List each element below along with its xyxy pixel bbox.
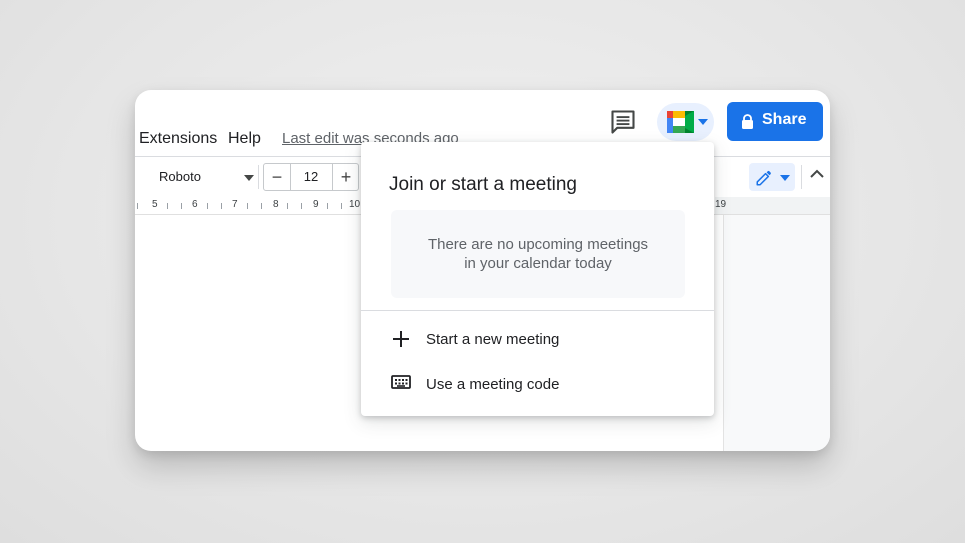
ruler-number: 7 bbox=[232, 199, 238, 210]
use-meeting-code-item[interactable]: Use a meeting code bbox=[361, 363, 714, 407]
side-panel bbox=[723, 215, 830, 451]
keyboard-icon bbox=[391, 375, 411, 389]
no-meetings-box: There are no upcoming meetings in your c… bbox=[391, 210, 685, 298]
caret-down-icon bbox=[780, 175, 790, 181]
meet-popup: Join or start a meeting There are no upc… bbox=[361, 142, 714, 416]
increase-font-size-button[interactable]: + bbox=[332, 164, 359, 190]
font-size-stepper[interactable]: − 12 + bbox=[263, 163, 359, 191]
pencil-icon bbox=[756, 170, 771, 186]
font-family-value: Roboto bbox=[159, 169, 201, 184]
decrease-font-size-button[interactable]: − bbox=[264, 164, 291, 190]
start-new-meeting-item[interactable]: Start a new meeting bbox=[361, 318, 714, 362]
font-size-input[interactable]: 12 bbox=[291, 164, 331, 190]
ruler-number: 10 bbox=[349, 199, 361, 210]
ruler-number: 8 bbox=[273, 199, 279, 210]
ruler-number: 6 bbox=[192, 199, 198, 210]
meet-button[interactable] bbox=[657, 103, 714, 141]
caret-down-icon bbox=[698, 119, 708, 125]
no-meetings-text-line1: There are no upcoming meetings bbox=[427, 236, 649, 253]
toolbar-separator bbox=[258, 165, 259, 189]
share-label: Share bbox=[762, 111, 807, 128]
comment-history-button[interactable] bbox=[609, 108, 637, 136]
popup-title: Join or start a meeting bbox=[389, 174, 577, 195]
caret-down-icon bbox=[244, 175, 254, 181]
ruler-number: 5 bbox=[152, 199, 158, 210]
ruler-number: 19 bbox=[715, 199, 727, 210]
comment-icon bbox=[611, 110, 635, 134]
plus-icon bbox=[393, 331, 409, 347]
ruler-number: 9 bbox=[313, 199, 319, 210]
menu-extensions[interactable]: Extensions bbox=[139, 130, 217, 148]
font-family-select[interactable]: Roboto bbox=[145, 163, 257, 191]
start-new-meeting-label: Start a new meeting bbox=[426, 331, 560, 348]
chevron-up-icon[interactable] bbox=[810, 169, 824, 178]
share-button[interactable]: Share bbox=[727, 102, 823, 141]
ruler-margin-area bbox=[715, 197, 830, 215]
popup-divider bbox=[361, 310, 714, 311]
editing-mode-button[interactable] bbox=[749, 163, 795, 191]
google-meet-icon bbox=[667, 111, 694, 133]
menu-help[interactable]: Help bbox=[228, 130, 261, 148]
lock-icon bbox=[742, 114, 753, 129]
use-meeting-code-label: Use a meeting code bbox=[426, 376, 560, 393]
no-meetings-text-line2: in your calendar today bbox=[464, 255, 612, 272]
toolbar-separator bbox=[801, 165, 802, 189]
